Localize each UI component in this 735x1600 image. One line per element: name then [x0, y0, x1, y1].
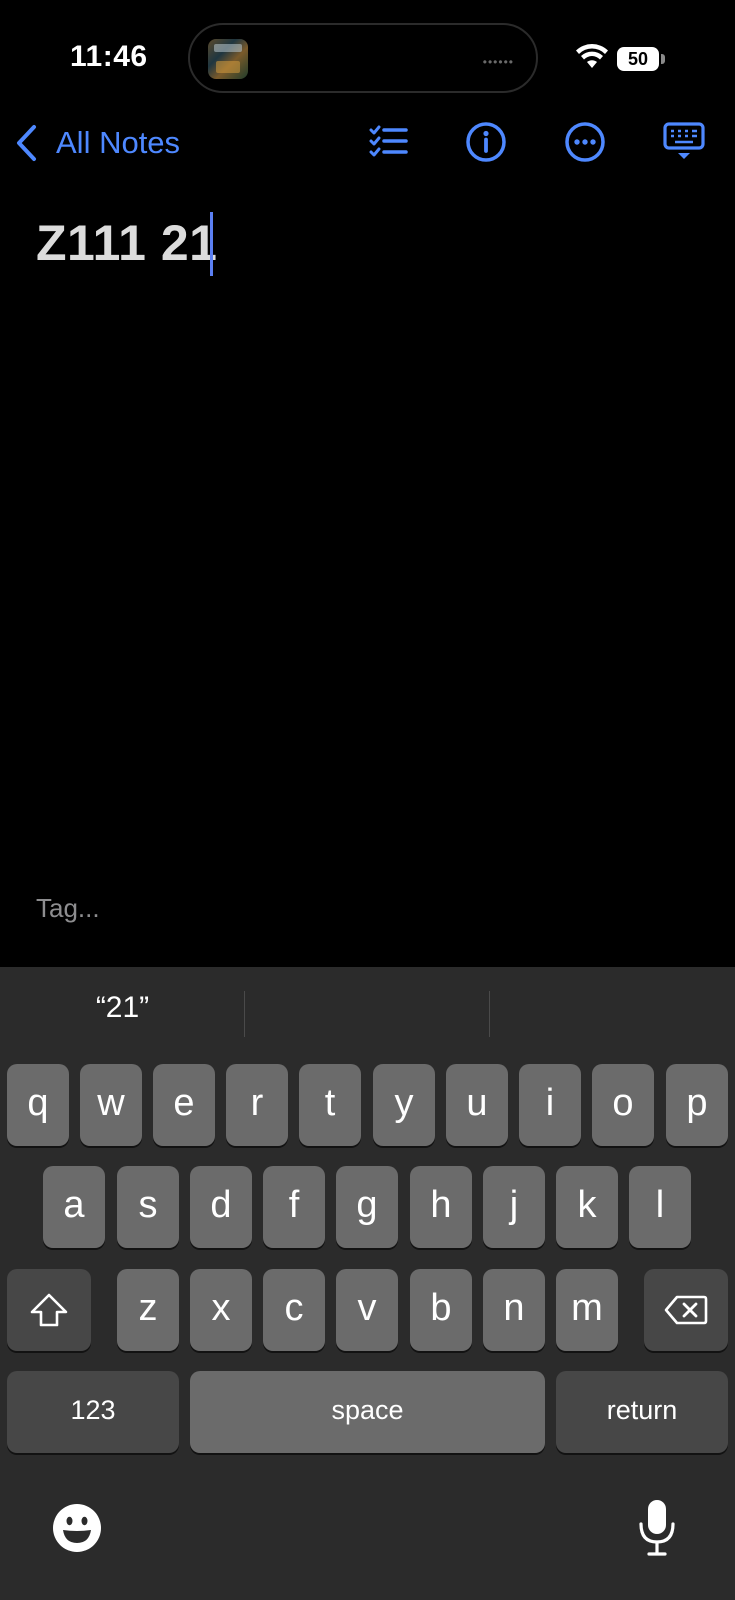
key-g[interactable]: g	[336, 1166, 398, 1248]
checklist-button[interactable]	[366, 120, 410, 164]
key-s[interactable]: s	[117, 1166, 179, 1248]
info-button[interactable]	[464, 120, 508, 164]
battery-indicator: 50	[617, 47, 659, 71]
keyboard-dismiss-icon	[663, 122, 705, 159]
key-o[interactable]: o	[592, 1064, 654, 1146]
wifi-icon	[576, 44, 608, 68]
return-key[interactable]: return	[556, 1371, 728, 1453]
space-key[interactable]: space	[190, 1371, 545, 1453]
tag-input[interactable]: Tag...	[36, 893, 100, 924]
audio-waveform-icon: ••••••	[482, 55, 514, 69]
key-r[interactable]: r	[226, 1064, 288, 1146]
key-j[interactable]: j	[483, 1166, 545, 1248]
more-options-button[interactable]	[563, 120, 607, 164]
suggestion-1[interactable]: “21”	[0, 991, 245, 1025]
key-w[interactable]: w	[80, 1064, 142, 1146]
key-z[interactable]: z	[117, 1269, 179, 1351]
checklist-icon	[369, 125, 408, 157]
delete-key[interactable]	[644, 1269, 728, 1351]
key-u[interactable]: u	[446, 1064, 508, 1146]
key-a[interactable]: a	[43, 1166, 105, 1248]
microphone-icon[interactable]	[638, 1498, 676, 1558]
key-b[interactable]: b	[410, 1269, 472, 1351]
more-icon	[565, 122, 605, 162]
key-e[interactable]: e	[153, 1064, 215, 1146]
key-v[interactable]: v	[336, 1269, 398, 1351]
key-i[interactable]: i	[519, 1064, 581, 1146]
note-title[interactable]: Z111 21	[36, 214, 217, 272]
dismiss-keyboard-button[interactable]	[662, 120, 706, 164]
chevron-left-icon	[17, 125, 36, 161]
emoji-icon[interactable]	[52, 1503, 102, 1553]
suggestion-bar: “21”	[0, 967, 735, 1055]
shift-icon	[30, 1293, 68, 1327]
key-h[interactable]: h	[410, 1166, 472, 1248]
status-time: 11:46	[70, 40, 148, 73]
key-t[interactable]: t	[299, 1064, 361, 1146]
numbers-key[interactable]: 123	[7, 1371, 179, 1453]
key-n[interactable]: n	[483, 1269, 545, 1351]
key-p[interactable]: p	[666, 1064, 728, 1146]
dynamic-island[interactable]: ••••••	[188, 23, 538, 93]
key-q[interactable]: q	[7, 1064, 69, 1146]
key-f[interactable]: f	[263, 1166, 325, 1248]
key-y[interactable]: y	[373, 1064, 435, 1146]
key-d[interactable]: d	[190, 1166, 252, 1248]
key-c[interactable]: c	[263, 1269, 325, 1351]
key-x[interactable]: x	[190, 1269, 252, 1351]
battery-cap	[661, 54, 665, 64]
text-cursor	[210, 212, 213, 276]
key-l[interactable]: l	[629, 1166, 691, 1248]
now-playing-artwork	[208, 39, 248, 79]
backspace-icon	[664, 1295, 708, 1325]
back-label: All Notes	[56, 125, 181, 160]
key-m[interactable]: m	[556, 1269, 618, 1351]
info-icon	[466, 122, 506, 162]
back-button[interactable]: All Notes	[14, 120, 180, 166]
suggestion-divider	[244, 991, 245, 1037]
key-k[interactable]: k	[556, 1166, 618, 1248]
suggestion-divider	[489, 991, 490, 1037]
shift-key[interactable]	[7, 1269, 91, 1351]
